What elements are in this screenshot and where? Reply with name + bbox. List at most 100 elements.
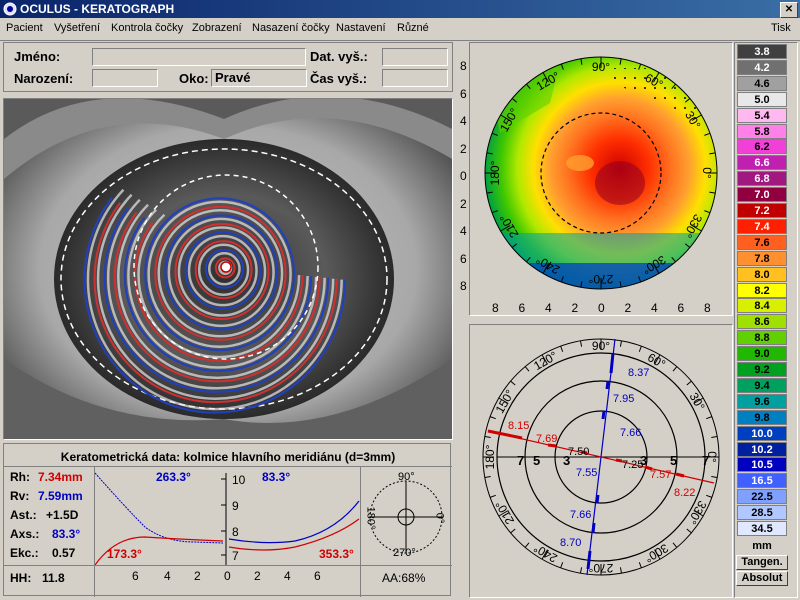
rv-value: 7.59mm: [38, 489, 83, 503]
scale-item: 9.0: [737, 346, 787, 362]
topo-y-tick: 6: [460, 86, 467, 101]
meridian-value: 7.57: [650, 469, 672, 481]
menu-nasazeni-cocky[interactable]: Nasazení čočky: [252, 22, 330, 34]
meridian-value: 7.95: [613, 393, 635, 405]
meridian-value: 8.70: [560, 537, 582, 549]
scale-item: 5.0: [737, 91, 787, 107]
topography-map: 90°60°30°0°330°300°270°240°210°180°150°1…: [484, 56, 718, 290]
rh-value: 7.34mm: [38, 470, 83, 484]
topo-y-tick: 8: [460, 279, 467, 293]
topo-y-tick: 4: [460, 114, 467, 128]
exam-date-field[interactable]: [382, 48, 448, 66]
birth-field[interactable]: [92, 69, 158, 87]
meridian-diagram: 90°60°30°0°330°300°270°240°210°180°150°1…: [482, 338, 720, 576]
scale-item: 9.2: [737, 362, 787, 377]
menu-ruzne[interactable]: Různé: [397, 22, 429, 34]
scale-item: 9.8: [737, 409, 787, 425]
scale-item: 9.4: [737, 377, 787, 393]
meridian-value: 7.55: [576, 467, 598, 479]
ast-value: +1.5D: [46, 508, 79, 522]
menu-bar: Pacient Vyšetření Kontrola čočky Zobraze…: [0, 18, 800, 41]
eye-image-view[interactable]: [3, 98, 453, 440]
dial-top-label: 90°: [398, 471, 415, 483]
meridian-axis-tick: 7: [702, 453, 710, 468]
topo-angle-label: 270°: [588, 272, 613, 286]
patient-info-panel: Jméno: Narození: Oko: Pravé Dat. vyš.: Č…: [3, 42, 453, 92]
dial-right-label: 0°: [433, 512, 446, 524]
x-tick-left-6: 6: [132, 569, 139, 583]
scale-item: 7.0: [737, 187, 787, 203]
rh-label: Rh:: [10, 470, 30, 484]
menu-nastaveni[interactable]: Nastavení: [336, 22, 386, 34]
ast-label: Ast.:: [10, 508, 37, 522]
topo-angle-label: 90°: [592, 60, 610, 74]
meridian-angle-label: 90°: [592, 339, 610, 353]
scale-item: 10.5: [737, 457, 787, 473]
menu-zobrazeni[interactable]: Zobrazení: [192, 22, 242, 34]
exam-date-label: Dat. vyš.:: [310, 49, 368, 64]
dial-left-label: 180°: [364, 506, 377, 530]
y-tick-9: 9: [232, 499, 239, 513]
exam-time-field[interactable]: [382, 69, 448, 87]
app-icon: [3, 2, 17, 16]
scale-item: 9.6: [737, 393, 787, 409]
close-button[interactable]: ✕: [780, 2, 798, 18]
y-tick-7: 7: [232, 549, 239, 563]
name-field[interactable]: [92, 48, 306, 66]
eye-field[interactable]: Pravé: [211, 69, 307, 87]
topo-y-tick: 4: [460, 224, 467, 238]
keratometry-panel: Keratometrická data: kolmice hlavního me…: [3, 443, 452, 597]
x-tick-right-0: 0: [224, 569, 231, 583]
ekc-value: 0.57: [52, 546, 76, 560]
x-tick-right-6: 6: [314, 569, 321, 583]
menu-kontrola-cocky[interactable]: Kontrola čočky: [111, 22, 183, 34]
dial-bottom-label: 270°: [393, 547, 416, 559]
name-label: Jméno:: [14, 49, 61, 64]
topography-map-view[interactable]: 90° 60° 30° 0° 330° 300° 270° 240° 210° 180° 150° 1…: [460, 42, 733, 316]
meridian-axis-tick: 5: [670, 453, 678, 468]
scale-item: 7.2: [737, 203, 787, 218]
topo-y-tick: 0: [460, 169, 467, 183]
topo-y-tick: 6: [460, 251, 467, 266]
topo-x-tick: 4: [545, 301, 552, 315]
menu-vysetreni[interactable]: Vyšetření: [54, 22, 100, 34]
y-tick-8: 8: [232, 525, 239, 539]
x-tick-left-4: 4: [164, 569, 171, 583]
menu-tisk[interactable]: Tisk: [771, 22, 791, 34]
scale-item: 7.6: [737, 234, 787, 250]
x-tick-right-4: 4: [284, 569, 291, 583]
menu-pacient[interactable]: Pacient: [6, 22, 43, 34]
topo-y-tick: 2: [460, 141, 467, 156]
scale-item: 5.8: [737, 123, 787, 139]
graph2-blue-angle: 83.3°: [262, 470, 291, 484]
meridian-value: 7.66: [620, 427, 642, 439]
scale-item: 16.5: [737, 473, 787, 489]
topo-y-tick: 8: [460, 59, 467, 73]
meridian-diagram-view[interactable]: 90° 60° 30° 0° 330° 300° 270° 240° 210° 180° 150° 1…: [469, 324, 733, 598]
absolute-button[interactable]: Absolut: [736, 571, 788, 586]
meridian-axis-tick: 7: [517, 453, 525, 468]
scale-item: 34.5: [737, 521, 787, 536]
exam-time-label: Čas vyš.:: [310, 71, 368, 86]
scale-item: 8.0: [737, 266, 787, 282]
window-title: OCULUS - KERATOGRAPH: [20, 2, 175, 16]
graph2-red-angle: 353.3°: [319, 547, 354, 561]
tangential-button[interactable]: Tangen.: [736, 555, 788, 570]
scale-unit-label: mm: [752, 540, 772, 552]
aa-label: AA:68%: [382, 571, 426, 585]
meridian-value: 8.15: [508, 420, 530, 432]
axs-label: Axs.:: [10, 527, 40, 541]
y-tick-10: 10: [232, 473, 246, 487]
scale-item: 4.6: [737, 75, 787, 91]
graph1-red-angle: 173.3°: [107, 547, 142, 561]
meridian-value: 8.22: [674, 487, 696, 499]
topo-x-tick: 2: [624, 301, 632, 315]
x-tick-right-2: 2: [254, 569, 261, 583]
meridian-value: 7.69: [536, 433, 558, 445]
scale-item: 28.5: [737, 505, 787, 521]
close-icon: ✕: [784, 4, 794, 15]
scale-item: 3.8: [737, 44, 787, 59]
graph1-blue-angle: 263.3°: [156, 470, 191, 484]
keratometry-title: Keratometrická data: kolmice hlavního me…: [60, 450, 396, 464]
scale-item: 6.2: [737, 139, 787, 155]
